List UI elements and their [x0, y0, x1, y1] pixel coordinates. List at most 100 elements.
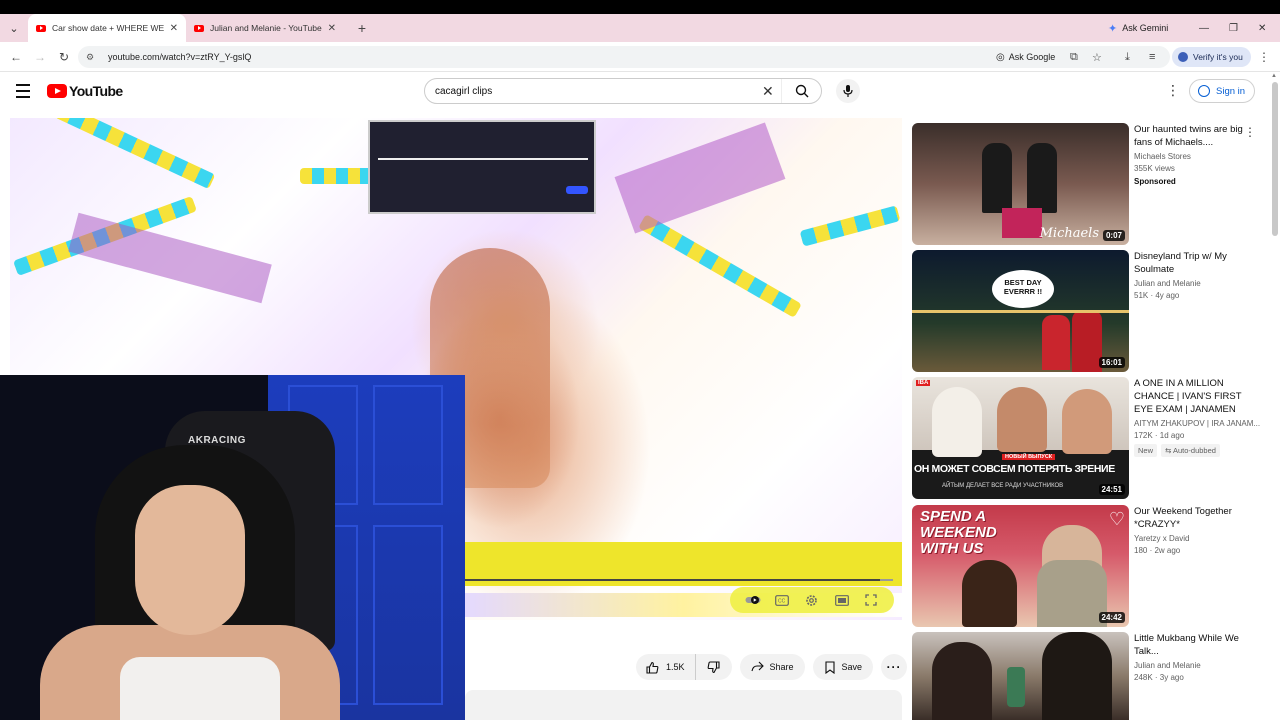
webcam-person-face	[135, 485, 245, 635]
browser-toolbar: ← → ↻ ⚙ youtube.com/watch?v=ztRY_Y-gslQ …	[0, 42, 1280, 72]
settings-gear-icon[interactable]	[802, 590, 822, 610]
new-tab-plus-icon[interactable]: +	[352, 20, 372, 36]
recommendation-item[interactable]: IBA НОВЫЙ ВЫПУСК ОН МОЖЕТ СОВСЕМ ПОТЕРЯТ…	[912, 377, 1262, 499]
video-thumbnail[interactable]	[912, 632, 1129, 720]
site-info-icon[interactable]: ⚙	[86, 52, 98, 63]
save-label: Save	[841, 662, 863, 672]
video-title[interactable]: Our Weekend Together *CRAZYY*	[1134, 505, 1262, 531]
recommendation-item[interactable]: Little Mukbang While We Talk... Julian a…	[912, 632, 1262, 720]
video-thumbnail[interactable]: IBA НОВЫЙ ВЫПУСК ОН МОЖЕТ СОВСЕМ ПОТЕРЯТ…	[912, 377, 1129, 499]
video-title[interactable]: Our haunted twins are big fans of Michae…	[1134, 123, 1262, 149]
forward-arrow-icon[interactable]: →	[28, 45, 52, 69]
youtube-play-logo-icon	[47, 84, 67, 98]
channel-name[interactable]: Michaels Stores	[1134, 152, 1262, 161]
autoplay-toggle-icon[interactable]	[743, 590, 763, 610]
browser-tab[interactable]: Julian and Melanie - YouTube ✕	[186, 14, 344, 42]
settings-kebab-icon[interactable]: ⋮	[1166, 82, 1180, 99]
youtube-logo[interactable]: YouTube	[47, 83, 123, 99]
youtube-favicon-icon	[36, 24, 46, 32]
video-title[interactable]: Little Mukbang While We Talk...	[1134, 632, 1262, 658]
new-badge: New	[1134, 444, 1158, 457]
dislike-button[interactable]	[696, 654, 732, 680]
video-meta: 180 · 2w ago	[1134, 546, 1181, 555]
theater-mode-icon[interactable]	[832, 590, 852, 610]
account-circle-icon	[1198, 85, 1210, 97]
video-duration: 16:01	[1098, 357, 1125, 368]
share-button[interactable]: Share	[739, 654, 805, 680]
video-purple-beam	[614, 122, 786, 234]
thumbnail-channel-tag: IBA	[916, 380, 931, 386]
scroll-up-arrow-icon[interactable]: ▲	[1271, 73, 1277, 79]
browser-tab-active[interactable]: Car show date + WHERE WE M ✕	[28, 14, 186, 42]
channel-name[interactable]: Julian and Melanie	[1134, 279, 1262, 288]
video-meta: 248K · 3y ago	[1134, 673, 1184, 682]
verify-profile-button[interactable]: Verify it's you	[1172, 47, 1251, 67]
ask-gemini-label: Ask Gemini	[1122, 23, 1169, 33]
more-actions-icon[interactable]: ···	[881, 654, 908, 680]
translate-icon: ⇆	[1165, 446, 1173, 455]
thumbs-up-icon	[646, 661, 659, 674]
heart-icon: ♡	[1108, 509, 1125, 529]
captions-icon[interactable]: CC	[772, 590, 792, 610]
thumbnail-watermark: Michaels	[1039, 226, 1099, 241]
search-icon	[795, 84, 808, 98]
video-meta: 172K · 1d ago	[1134, 431, 1185, 440]
browser-menu-icon[interactable]: ⋮	[1258, 42, 1270, 72]
hamburger-menu-icon[interactable]	[16, 84, 30, 98]
restore-window-icon[interactable]: ❐	[1229, 14, 1238, 42]
clear-search-icon[interactable]: ✕	[762, 83, 774, 100]
save-button[interactable]: Save	[812, 654, 874, 680]
video-progress-bar[interactable]	[465, 579, 893, 581]
fullscreen-icon[interactable]	[861, 590, 881, 610]
video-light-strip	[799, 205, 901, 247]
tab-title: Julian and Melanie - YouTube	[210, 23, 322, 33]
verify-label: Verify it's you	[1193, 52, 1243, 62]
video-thumbnail[interactable]: SPEND A WEEKEND WITH US ♡ 24:42	[912, 505, 1129, 627]
video-light-strip	[54, 118, 216, 190]
ask-gemini-button[interactable]: ✦ Ask Gemini	[1108, 14, 1168, 42]
channel-name[interactable]: Julian and Melanie	[1134, 661, 1262, 670]
channel-name[interactable]: Yaretzy x David	[1134, 534, 1262, 543]
download-icon[interactable]: ⤓	[1125, 46, 1130, 68]
minimize-window-icon[interactable]: —	[1199, 14, 1209, 42]
ask-google-button[interactable]: ◎ Ask Google	[996, 46, 1055, 68]
video-title[interactable]: A ONE IN A MILLION CHANCE | IVAN'S FIRST…	[1134, 377, 1262, 416]
close-tab-icon[interactable]: ✕	[328, 23, 336, 34]
bookmark-star-icon[interactable]: ☆	[1092, 46, 1102, 68]
microphone-icon	[843, 85, 853, 97]
streamer-webcam-overlay: AKRACING	[0, 375, 465, 720]
like-button[interactable]: 1.5K	[636, 654, 696, 680]
voice-search-button[interactable]	[836, 79, 860, 103]
gemini-sparkle-icon: ✦	[1108, 22, 1118, 35]
video-meta: 51K · 4y ago	[1134, 291, 1180, 300]
tab-search-chevron-icon[interactable]: ⌄	[0, 14, 28, 42]
sign-in-label: Sign in	[1216, 85, 1246, 97]
recommendation-item[interactable]: Michaels 0:07 Our haunted twins are big …	[912, 123, 1262, 245]
video-actions-row: 1.5K Share Save ···	[636, 654, 908, 680]
recommendation-item[interactable]: BEST DAY EVERRR !! 16:01 Disneyland Trip…	[912, 250, 1262, 372]
search-button[interactable]	[781, 79, 821, 103]
scrollbar-thumb[interactable]	[1272, 82, 1278, 236]
recommendation-item[interactable]: SPEND A WEEKEND WITH US ♡ 24:42 Our Week…	[912, 505, 1262, 627]
video-badges: New ⇆ Auto-dubbed	[1134, 444, 1262, 457]
description-box[interactable]	[465, 690, 902, 720]
video-light-strip	[638, 214, 802, 318]
reload-icon[interactable]: ↻	[52, 45, 76, 69]
url-text: youtube.com/watch?v=ztRY_Y-gslQ	[108, 52, 252, 62]
channel-name[interactable]: AITYM ZHAKUPOV | IRA JANAM...	[1134, 419, 1262, 428]
screen-top-border	[0, 0, 1280, 14]
address-bar[interactable]: ⚙ youtube.com/watch?v=ztRY_Y-gslQ ◎ Ask …	[78, 46, 1170, 68]
back-arrow-icon[interactable]: ←	[4, 45, 28, 69]
video-thumbnail[interactable]: Michaels 0:07	[912, 123, 1129, 245]
video-purple-beam	[68, 212, 272, 304]
reading-list-icon[interactable]: ≡	[1149, 46, 1155, 68]
close-tab-icon[interactable]: ✕	[170, 23, 178, 34]
close-window-icon[interactable]: ✕	[1258, 14, 1266, 42]
item-menu-icon[interactable]: ⋮	[1244, 125, 1256, 139]
sign-in-button[interactable]: Sign in	[1189, 79, 1256, 103]
video-thumbnail[interactable]: BEST DAY EVERRR !! 16:01	[912, 250, 1129, 372]
install-app-icon[interactable]: ⧉	[1070, 46, 1078, 68]
thumbnail-headline: ОН МОЖЕТ СОВСЕМ ПОТЕРЯТЬ ЗРЕНИЕ	[914, 463, 1115, 475]
search-input[interactable]	[425, 85, 745, 97]
video-title[interactable]: Disneyland Trip w/ My Soulmate	[1134, 250, 1262, 276]
